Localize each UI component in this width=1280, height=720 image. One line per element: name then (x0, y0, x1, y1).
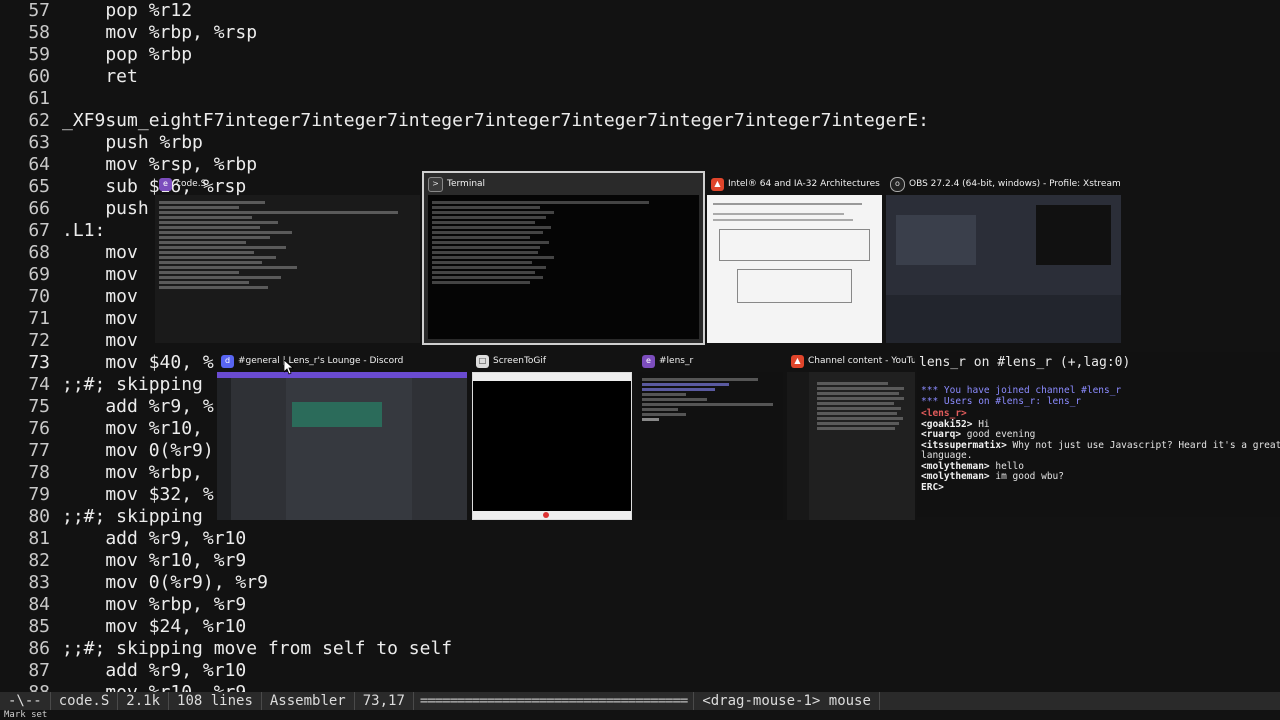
switcher-tile-code[interactable]: e code.S (155, 173, 420, 343)
modeline-progress: ==================================== (414, 692, 695, 710)
irc-text: language. (921, 450, 973, 461)
terminal-icon: > (428, 176, 443, 192)
window-switcher: e code.S > Terminal ▲ Intel® 64 and IA-32 A… (0, 0, 1280, 692)
irc-message: ERC> (917, 481, 1280, 494)
irc-text: Why not just use Javascript? Heard it's … (1006, 439, 1280, 451)
screentogif-icon: □ (476, 354, 489, 368)
switcher-title: Intel® 64 and IA-32 Architectures So... (728, 179, 882, 189)
irc-nick: <molytheman> (921, 460, 990, 472)
emacs-icon: e (159, 177, 172, 191)
switcher-tile-youtube-studio[interactable]: ▲ Channel content - YouTube Stu... (787, 350, 915, 520)
switcher-title: code.S (176, 179, 207, 189)
modeline-position: 73,17 (355, 692, 414, 710)
switcher-title: #general | Lens_r's Lounge - Discord (238, 356, 404, 366)
irc-nick: <itssupermatix> (921, 439, 1007, 451)
irc-text: Hi (972, 418, 990, 430)
emacs-icon: e (642, 354, 655, 368)
irc-buffer[interactable]: lens_r on #lens_r (+,lag:0) *** You have… (917, 352, 1280, 517)
discord-icon: d (221, 354, 234, 368)
modeline-event: <drag-mouse-1> mouse (694, 692, 880, 710)
switcher-title: Terminal (447, 179, 486, 189)
switcher-title: ScreenToGif (493, 356, 547, 366)
modeline-state: -\-- (0, 692, 51, 710)
minibuffer: Mark set (4, 710, 48, 720)
modeline-mode[interactable]: Assembler (262, 692, 355, 710)
switcher-title: OBS 27.2.4 (64-bit, windows) - Profile: … (909, 179, 1121, 189)
switcher-tile-intel-manual[interactable]: ▲ Intel® 64 and IA-32 Architectures So... (707, 173, 882, 343)
brave-icon: ▲ (791, 354, 804, 368)
irc-header: lens_r on #lens_r (+,lag:0) (919, 355, 1131, 370)
irc-message: *** Users on #lens_r: lens_r (921, 395, 1082, 407)
obs-icon: o (890, 176, 905, 192)
irc-text: hello (989, 460, 1024, 472)
irc-nick: <lens_r> (921, 408, 967, 419)
irc-nick: <goaki52> (921, 418, 973, 430)
irc-nick: <molytheman> (921, 471, 990, 482)
switcher-tile-screentogif[interactable]: □ ScreenToGif (472, 350, 632, 520)
switcher-tile-discord[interactable]: d #general | Lens_r's Lounge - Discord (217, 350, 467, 520)
modeline-lines: 108 lines (169, 692, 262, 710)
switcher-title: #lens_r (659, 356, 694, 366)
mouse-cursor-icon (284, 360, 294, 375)
brave-icon: ▲ (711, 177, 724, 191)
modeline-buffer[interactable]: code.S (51, 692, 119, 710)
irc-message: *** You have joined channel #lens_r (921, 385, 1122, 396)
irc-text: good evening (961, 429, 1036, 440)
modeline-size: 2.1k (118, 692, 170, 710)
irc-nick: <ruarq> (921, 429, 962, 440)
irc-nick: ERC> (921, 481, 944, 493)
irc-message: <molytheman> im good wbu? (917, 471, 1280, 483)
switcher-title: Channel content - YouTube Stu... (808, 356, 915, 366)
switcher-tile-terminal[interactable]: > Terminal (422, 171, 705, 345)
switcher-tile-lens-r[interactable]: e #lens_r (638, 350, 783, 520)
switcher-tile-obs[interactable]: o OBS 27.2.4 (64-bit, windows) - Profile:… (886, 173, 1121, 343)
mode-line: -\-- code.S 2.1k 108 lines Assembler 73,… (0, 692, 1280, 710)
irc-text: im good wbu? (989, 471, 1064, 482)
